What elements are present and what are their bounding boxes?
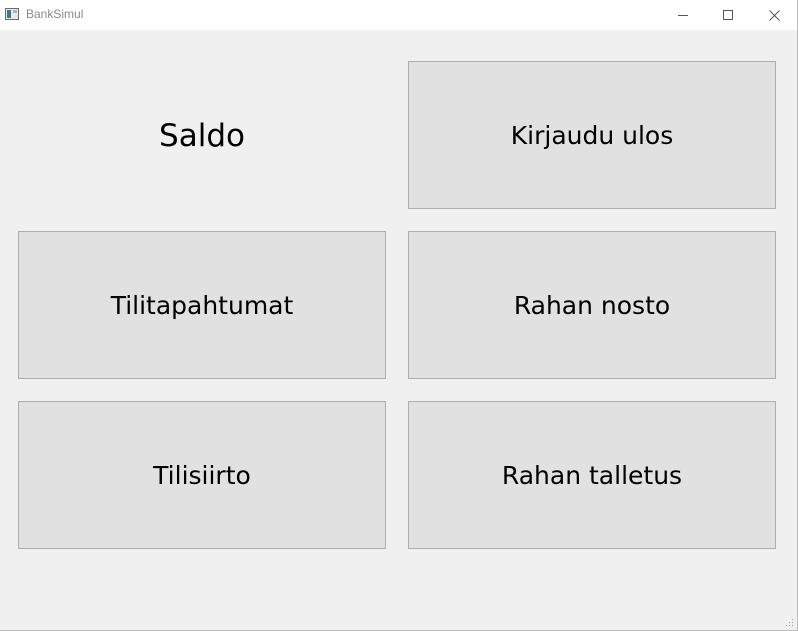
transactions-button[interactable]: Tilitapahtumat: [18, 231, 386, 379]
window-title: BankSimul: [26, 7, 84, 21]
minimize-button[interactable]: [660, 0, 706, 30]
window-app-icon: [5, 8, 19, 20]
main-window: BankSimul Saldo Kirjaudu ulos Tilitapaht…: [0, 0, 798, 631]
close-icon: [768, 9, 780, 21]
deposit-button[interactable]: Rahan talletus: [408, 401, 776, 549]
transfer-button[interactable]: Tilisiirto: [18, 401, 386, 549]
close-button[interactable]: [751, 0, 797, 30]
balance-label: Saldo: [159, 117, 245, 154]
resize-grip-icon[interactable]: [786, 619, 794, 627]
maximize-button[interactable]: [705, 0, 751, 30]
withdraw-button[interactable]: Rahan nosto: [408, 231, 776, 379]
logout-button[interactable]: Kirjaudu ulos: [408, 61, 776, 209]
title-bar[interactable]: BankSimul: [0, 0, 797, 30]
maximize-icon: [723, 10, 733, 20]
minimize-icon: [678, 15, 688, 16]
